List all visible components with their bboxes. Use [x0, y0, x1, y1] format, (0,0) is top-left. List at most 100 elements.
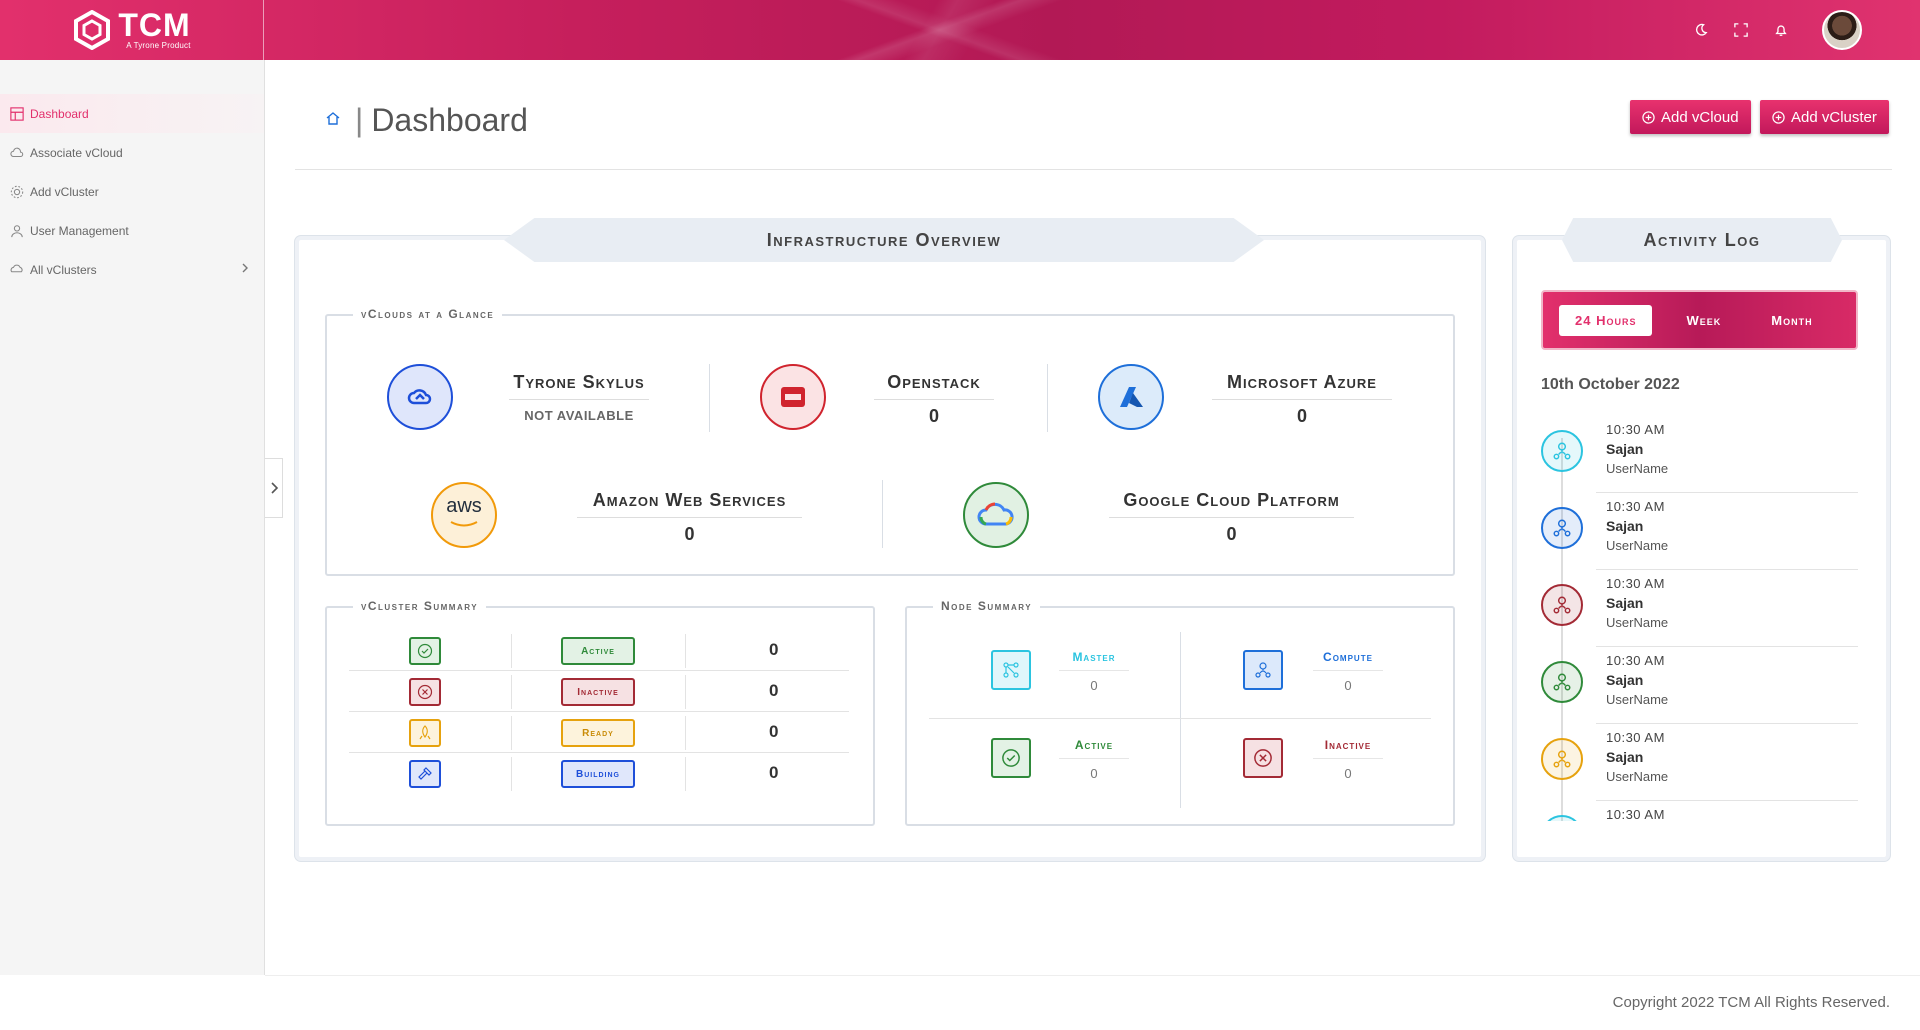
activity-timeline: 10:30 AM Sajan UserName 10:30 AM Sajan UserNa… [1541, 416, 1858, 821]
activity-user: Sajan [1606, 672, 1644, 688]
activity-user: Sajan [1606, 749, 1644, 765]
compute-icon [1243, 650, 1283, 690]
azure-icon [1098, 364, 1164, 430]
rocket-icon [409, 719, 441, 747]
fullscreen-icon[interactable] [1732, 21, 1750, 39]
summary-value: 0 [769, 640, 779, 659]
footer: Copyright 2022 TCM All Rights Reserved. [265, 975, 1920, 1030]
provider-openstack: Openstack 0 [874, 372, 994, 427]
brand-logo[interactable]: TCM A Tyrone Product [0, 0, 264, 60]
activity-entry[interactable]: 10:30 AMSajanUserName [1541, 416, 1858, 493]
copyright-text: Copyright 2022 TCM All Rights Reserved. [1612, 994, 1890, 1011]
network-icon [991, 650, 1031, 690]
period-month[interactable]: Month [1755, 305, 1828, 336]
period-24-hours[interactable]: 24 Hours [1559, 304, 1653, 336]
add-vcluster-button[interactable]: Add vCluster [1760, 100, 1889, 134]
x-circle-icon [1243, 738, 1283, 778]
page-title: | Dashboard [355, 102, 528, 138]
summary-value: 0 [769, 681, 779, 700]
activity-entry[interactable]: 10:30 AMSajanUserName [1541, 801, 1858, 821]
user-avatar[interactable] [1822, 10, 1862, 50]
x-circle-icon [409, 678, 441, 706]
activity-time: 10:30 AM [1606, 730, 1665, 745]
users-icon [11, 224, 23, 237]
status-badge: Ready [561, 719, 635, 747]
add-vcloud-button[interactable]: Add vCloud [1630, 100, 1751, 134]
period-week[interactable]: Week [1670, 305, 1737, 336]
chevron-right-icon [270, 482, 278, 494]
activity-entry[interactable]: 10:30 AMSajanUserName [1541, 493, 1858, 570]
activity-entry[interactable]: 10:30 AM Sajan UserName [1541, 724, 1858, 801]
skylus-icon [387, 364, 453, 430]
summary-row-ready: Ready 0 [349, 712, 849, 753]
sidebar-toggle-button[interactable] [265, 458, 283, 518]
status-badge: Active [561, 637, 635, 665]
home-icon[interactable] [325, 110, 341, 126]
summary-value: 0 [769, 722, 779, 741]
user-node-icon [1541, 815, 1583, 821]
plus-circle-icon [1772, 110, 1785, 124]
node-master: Master 0 [929, 630, 1179, 716]
activity-log-title: Activity Log [1562, 218, 1842, 262]
dashboard-icon [10, 106, 24, 121]
status-badge: Inactive [561, 678, 635, 706]
activity-user: Sajan [1606, 595, 1644, 611]
check-circle-icon [991, 738, 1031, 778]
provider-azure: Microsoft Azure 0 [1212, 372, 1392, 427]
node-active: Active 0 [929, 718, 1179, 804]
sidebar-item-user-management[interactable]: User Management [0, 211, 264, 250]
sidebar-item-dashboard[interactable]: Dashboard [0, 94, 264, 133]
divider [882, 480, 883, 548]
activity-time: 10:30 AM [1606, 422, 1665, 437]
node-summary-panel: Node Summary Master 0 Compute 0 Active 0 [905, 599, 1455, 826]
plus-circle-icon [1642, 110, 1655, 124]
activity-log-card: Activity Log 24 Hours Week Month 10th Oc… [1513, 218, 1890, 861]
user-node-icon [1541, 661, 1583, 703]
divider [1047, 364, 1048, 432]
sidebar-item-label: Associate vCloud [30, 145, 123, 160]
tcm-logo-icon [74, 10, 111, 50]
sidebar-item-label: Add vCluster [30, 184, 99, 199]
provider-gcp: Google Cloud Platform 0 [1109, 490, 1354, 545]
vcluster-summary-panel: vCluster Summary Active 0 Inactive 0 Rea [325, 599, 875, 826]
node-summary-legend: Node Summary [933, 599, 1041, 613]
activity-time: 10:30 AM [1606, 807, 1665, 821]
sidebar: Dashboard Associate vCloud Add vCluster … [0, 60, 265, 975]
user-node-icon [1541, 430, 1583, 472]
summary-value: 0 [769, 763, 779, 782]
brand-name: TCM [118, 6, 191, 43]
bell-icon[interactable] [1772, 21, 1790, 39]
node-inactive: Inactive 0 [1183, 718, 1433, 804]
node-compute: Compute 0 [1183, 630, 1433, 716]
infrastructure-overview-card: Infrastructure Overview vClouds at a Gla… [295, 218, 1485, 861]
user-node-icon [1541, 584, 1583, 626]
vclouds-legend: vClouds at a Glance [353, 307, 503, 321]
vcluster-summary-legend: vCluster Summary [353, 599, 487, 613]
page-header: | Dashboard Add vCloud Add vCluster [295, 68, 1892, 170]
provider-aws: Amazon Web Services 0 [577, 490, 802, 545]
activity-username-label: UserName [1606, 692, 1669, 707]
cluster-icon [10, 185, 24, 198]
summary-row-building: Building 0 [349, 753, 849, 794]
sidebar-item-associate-vcloud[interactable]: Associate vCloud [0, 133, 264, 172]
activity-user: Sajan [1606, 518, 1644, 534]
activity-username-label: UserName [1606, 461, 1669, 476]
header-actions [1692, 0, 1790, 60]
infrastructure-overview-title: Infrastructure Overview [504, 218, 1264, 262]
vclouds-panel: vClouds at a Glance Tyrone Skylus NOT AV… [325, 307, 1455, 576]
aws-icon: aws [431, 482, 497, 548]
period-selector: 24 Hours Week Month [1541, 290, 1858, 350]
activity-entry[interactable]: 10:30 AMSajanUserName [1541, 647, 1858, 724]
activity-username-label: UserName [1606, 769, 1669, 784]
moon-icon[interactable] [1692, 21, 1710, 39]
hammer-icon [409, 760, 441, 788]
activity-username-label: UserName [1606, 615, 1669, 630]
user-node-icon [1541, 507, 1583, 549]
summary-row-inactive: Inactive 0 [349, 671, 849, 712]
activity-entry[interactable]: 10:30 AMSajanUserName [1541, 570, 1858, 647]
sidebar-item-all-vclusters[interactable]: All vClusters [0, 250, 264, 289]
clusters-icon [10, 264, 23, 272]
cloud-icon [10, 147, 24, 157]
activity-time: 10:30 AM [1606, 499, 1665, 514]
sidebar-item-add-vcluster[interactable]: Add vCluster [0, 172, 264, 211]
